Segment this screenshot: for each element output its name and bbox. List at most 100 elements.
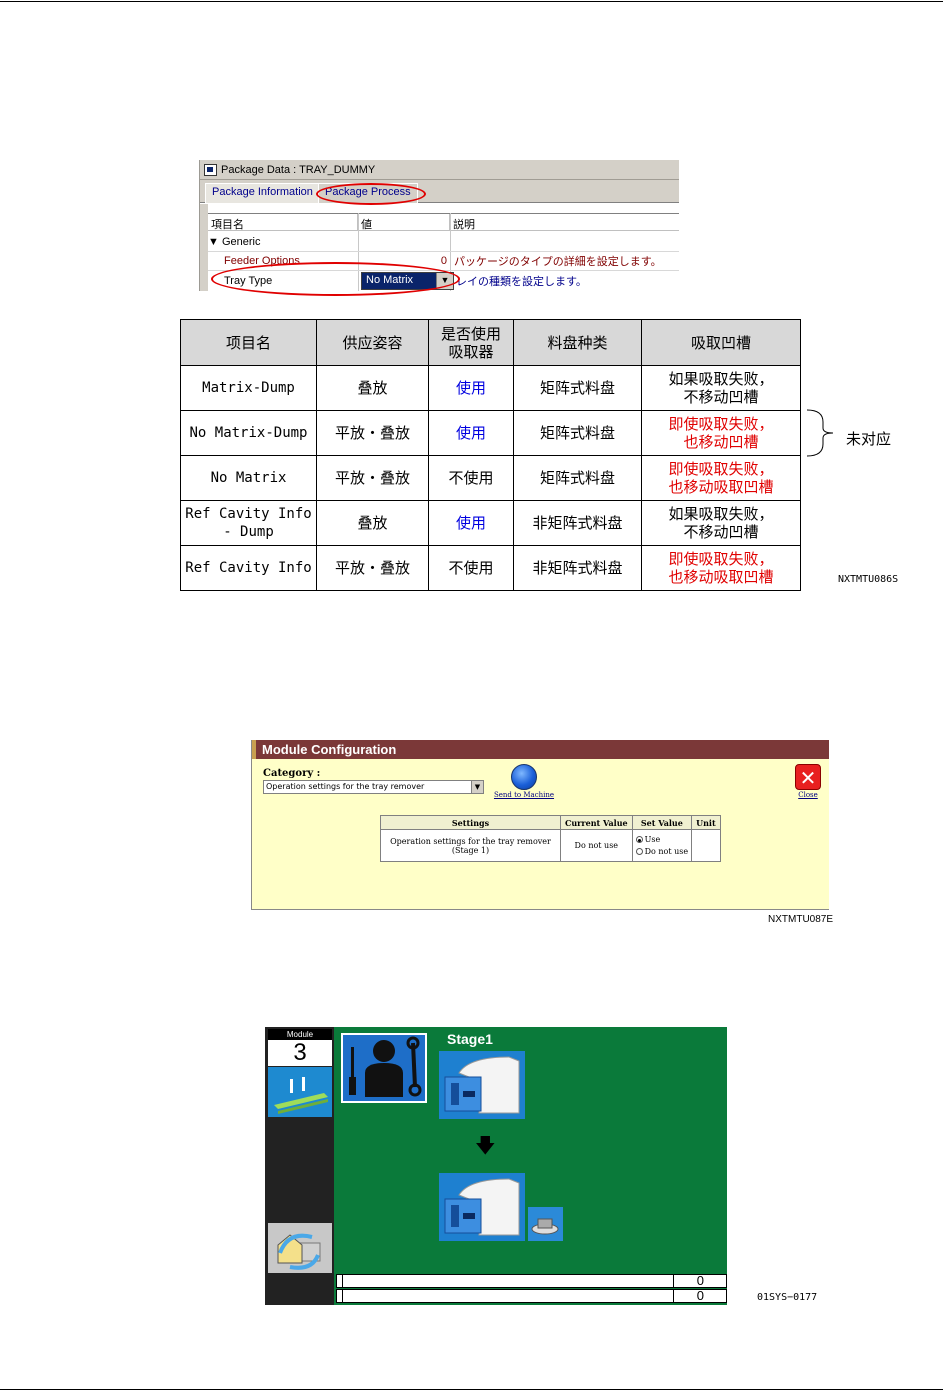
window-titlebar: Package Data : TRAY_DUMMY xyxy=(200,160,679,180)
column-header-description[interactable]: 説明 xyxy=(450,214,679,231)
send-label: Send to Machine xyxy=(493,791,555,799)
cell-item-name: No Matrix xyxy=(180,455,317,501)
unit-cell xyxy=(691,829,721,862)
column-settings: Settings xyxy=(380,815,561,830)
cell-use: 不使用 xyxy=(428,545,514,591)
cell-posture: 叠放 xyxy=(316,365,429,411)
close-label: Close xyxy=(798,791,818,799)
table-row: Matrix-Dump 叠放 使用 矩阵式料盘 如果吸取失败， 不移动凹槽 xyxy=(180,365,801,411)
window-title: Package Data : TRAY_DUMMY xyxy=(221,163,376,176)
header-pickup-cavity: 吸取凹槽 xyxy=(641,319,801,366)
cell-item-name: No Matrix-Dump xyxy=(180,410,317,456)
settings-table: Settings Current Value Set Value Unit Op… xyxy=(380,815,721,862)
cell-tray-type: 矩阵式料盘 xyxy=(513,410,642,456)
table-row: Ref Cavity Info 平放・叠放 不使用 非矩阵式料盘 即使吸取失败，… xyxy=(180,545,801,591)
tray-remover-icon[interactable] xyxy=(439,1173,525,1241)
tab-strip: Package Information Package Process xyxy=(200,180,679,203)
cell-tray-type: 矩阵式料盘 xyxy=(513,365,642,411)
module-number: 3 xyxy=(268,1040,332,1066)
header-tray-type: 料盘种类 xyxy=(513,319,642,366)
unsupported-label: 未对应 xyxy=(846,430,892,448)
counter-value: 0 xyxy=(696,1273,704,1288)
tray-icon xyxy=(528,1207,563,1241)
category-select[interactable]: Operation settings for the tray remover … xyxy=(263,780,484,794)
close-button[interactable]: ✕ Close xyxy=(793,764,823,799)
cell-use: 使用 xyxy=(428,410,514,456)
cell-use: 不使用 xyxy=(428,455,514,501)
column-set-value: Set Value xyxy=(631,815,693,830)
tray-type-value: No Matrix xyxy=(366,274,414,286)
radio-use[interactable]: Use xyxy=(635,834,689,846)
column-unit: Unit xyxy=(691,815,721,830)
tray-type-table: 项目名 供应姿容 是否使用 吸取器 料盘种类 吸取凹槽 Matrix-Dump … xyxy=(180,319,801,591)
send-to-machine-button[interactable]: Send to Machine xyxy=(491,764,557,799)
maintenance-person-icon[interactable] xyxy=(341,1033,427,1103)
stage-label: Stage1 xyxy=(447,1031,493,1047)
cell-cavity: 即使吸取失败， 也移动凹槽 xyxy=(641,410,801,456)
column-current-value: Current Value xyxy=(560,815,633,830)
tab-package-process[interactable]: Package Process xyxy=(318,183,418,203)
module-conveyor-icon[interactable] xyxy=(268,1067,332,1117)
machine-screen: Module 3 Stage1 🡇 0 0 xyxy=(265,1027,727,1305)
radio-do-not-use[interactable]: Do not use xyxy=(635,846,689,858)
tab-package-information[interactable]: Package Information xyxy=(205,183,320,203)
property-name: Tray Type xyxy=(224,274,273,287)
tray-remover-icon[interactable] xyxy=(439,1051,525,1119)
counter-bar: 0 xyxy=(336,1288,727,1303)
set-value-cell: Use Do not use xyxy=(631,829,693,862)
cell-posture: 平放・叠放 xyxy=(316,410,429,456)
cell-posture: 平放・叠放 xyxy=(316,455,429,501)
table-row: No Matrix 平放・叠放 不使用 矩阵式料盘 即使吸取失败， 也移动吸取凹… xyxy=(180,455,801,501)
cell-item-name: Ref Cavity Info - Dump xyxy=(180,500,317,546)
group-label: ▼ Generic xyxy=(208,235,261,248)
app-icon xyxy=(204,163,217,176)
counter-bar: 0 xyxy=(336,1273,727,1288)
table-header-row: 项目名 供应姿容 是否使用 吸取器 料盘种类 吸取凹槽 xyxy=(180,319,801,366)
radio-use-label: Use xyxy=(644,834,661,844)
table-row: Ref Cavity Info - Dump 叠放 使用 非矩阵式料盘 如果吸取… xyxy=(180,500,801,546)
header-item-name: 项目名 xyxy=(180,319,317,366)
category-label: Category : xyxy=(263,768,321,779)
radio-empty-icon xyxy=(635,848,643,855)
chevron-down-icon[interactable]: ▼ xyxy=(471,781,483,793)
cell-tray-type: 矩阵式料盘 xyxy=(513,455,642,501)
package-data-window: Package Data : TRAY_DUMMY Package Inform… xyxy=(199,160,679,291)
figure-code: NXTMTU087E xyxy=(768,914,834,925)
right-brace xyxy=(806,409,834,457)
cell-item-name: Ref Cavity Info xyxy=(180,545,317,591)
column-header-name[interactable]: 項目名 xyxy=(208,214,358,231)
property-name: Feeder Options xyxy=(224,254,300,267)
cell-tray-type: 非矩阵式料盘 xyxy=(513,500,642,546)
dropdown-arrow-icon[interactable]: ▼ xyxy=(436,273,453,289)
property-row-feeder-options[interactable]: Feeder Options 0 パッケージのタイプの詳細を設定します。 xyxy=(208,251,679,270)
cell-cavity: 即使吸取失败， 也移动吸取凹槽 xyxy=(641,545,801,591)
send-icon xyxy=(511,764,537,790)
bottom-rule xyxy=(0,1389,943,1390)
cell-use: 使用 xyxy=(428,365,514,411)
tray-type-dropdown[interactable]: No Matrix ▼ xyxy=(361,272,454,290)
cell-use: 使用 xyxy=(428,500,514,546)
close-icon: ✕ xyxy=(795,764,821,790)
cell-posture: 平放・叠放 xyxy=(316,545,429,591)
cell-cavity: 如果吸取失败， 不移动凹槽 xyxy=(641,365,801,411)
table-row: Operation settings for the tray remover … xyxy=(380,829,721,862)
cell-cavity: 即使吸取失败， 也移动吸取凹槽 xyxy=(641,455,801,501)
column-header-value[interactable]: 値 xyxy=(358,214,450,231)
top-rule xyxy=(0,1,943,2)
counter-value: 0 xyxy=(696,1288,704,1303)
cell-tray-type: 非矩阵式料盘 xyxy=(513,545,642,591)
radio-do-not-use-label: Do not use xyxy=(644,846,689,856)
category-value: Operation settings for the tray remover xyxy=(266,782,425,791)
property-description: パッケージのタイプの詳細を設定します。 xyxy=(454,255,662,268)
table-row: No Matrix-Dump 平放・叠放 使用 矩阵式料盘 即使吸取失败， 也移… xyxy=(180,410,801,456)
module-configuration-panel: Module Configuration Category : Operatio… xyxy=(251,740,829,910)
down-arrow-icon: 🡇 xyxy=(475,1133,496,1157)
cell-item-name: Matrix-Dump xyxy=(180,365,317,411)
figure-code: 01SYS−0177 xyxy=(757,1292,818,1303)
property-grid-header: 項目名 値 説明 xyxy=(208,213,679,231)
property-description: レイの種類を設定します。 xyxy=(456,275,587,288)
home-return-icon[interactable] xyxy=(268,1223,332,1273)
left-pane xyxy=(200,204,208,291)
header-posture: 供应姿容 xyxy=(316,319,429,366)
group-row-generic[interactable]: ▼ Generic xyxy=(208,232,679,251)
